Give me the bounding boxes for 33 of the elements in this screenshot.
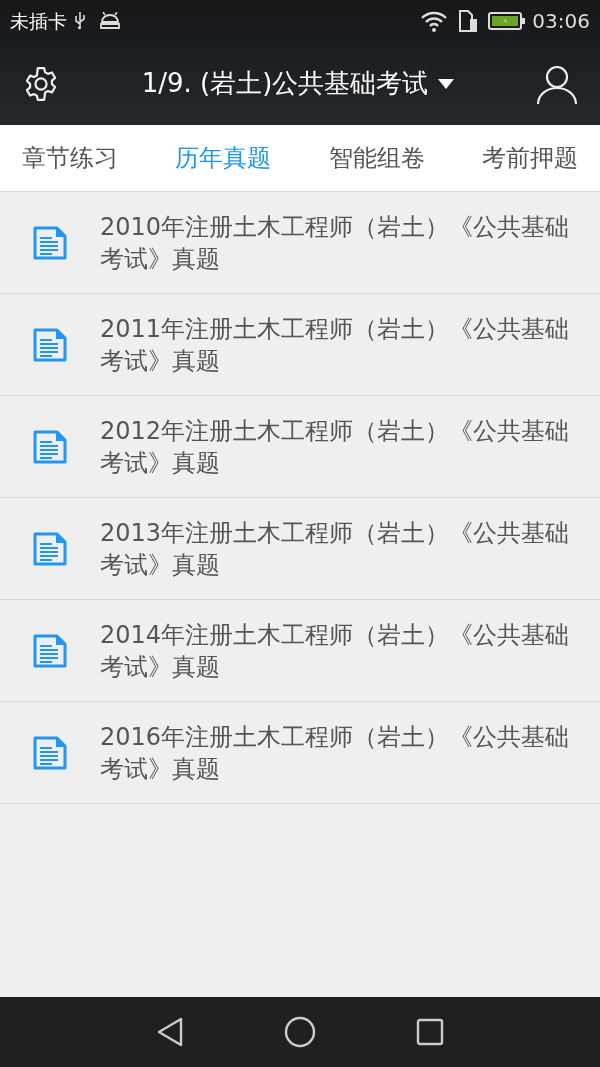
exam-title: 2012年注册土木工程师（岩土）《公共基础考试》真题: [100, 415, 570, 479]
android-icon: [99, 12, 121, 30]
exam-item[interactable]: 2013年注册土木工程师（岩土）《公共基础考试》真题: [0, 498, 600, 600]
document-icon: [32, 734, 68, 771]
caret-icon: [438, 78, 455, 89]
home-icon[interactable]: [284, 1016, 316, 1048]
wifi-icon: [420, 10, 449, 32]
exam-item[interactable]: 2011年注册土木工程师（岩土）《公共基础考试》真题: [0, 294, 600, 396]
recents-icon[interactable]: [416, 1018, 444, 1046]
exam-item[interactable]: 2016年注册土木工程师（岩土）《公共基础考试》真题: [0, 702, 600, 804]
exam-item[interactable]: 2010年注册土木工程师（岩土）《公共基础考试》真题: [0, 192, 600, 294]
tab[interactable]: 智能组卷: [328, 140, 425, 176]
clock-text: 03:06: [532, 8, 590, 35]
back-icon[interactable]: [156, 1017, 184, 1047]
document-icon: [32, 326, 68, 363]
exam-title: 2016年注册土木工程师（岩土）《公共基础考试》真题: [100, 721, 570, 785]
document-icon: [32, 632, 68, 669]
battery-icon: [488, 11, 527, 31]
exam-title: 2011年注册土木工程师（岩土）《公共基础考试》真题: [100, 313, 570, 377]
exam-item[interactable]: 2012年注册土木工程师（岩土）《公共基础考试》真题: [0, 396, 600, 498]
sim-icon: [458, 9, 479, 33]
document-icon: [32, 530, 68, 567]
subject-dropdown[interactable]: 1/9. (岩土)公共基础考试: [141, 64, 455, 103]
exam-title: 2010年注册土木工程师（岩土）《公共基础考试》真题: [100, 211, 570, 275]
document-icon: [32, 224, 68, 261]
exam-item[interactable]: 2014年注册土木工程师（岩土）《公共基础考试》真题: [0, 600, 600, 702]
carrier-text: 未插卡: [10, 8, 67, 34]
exam-title: 2014年注册土木工程师（岩土）《公共基础考试》真题: [100, 619, 570, 683]
usb-icon: [73, 11, 87, 31]
document-icon: [32, 428, 68, 465]
exam-title: 2013年注册土木工程师（岩土）《公共基础考试》真题: [100, 517, 570, 581]
tab[interactable]: 考前押题: [482, 140, 578, 176]
tab[interactable]: 章节练习: [22, 140, 118, 176]
